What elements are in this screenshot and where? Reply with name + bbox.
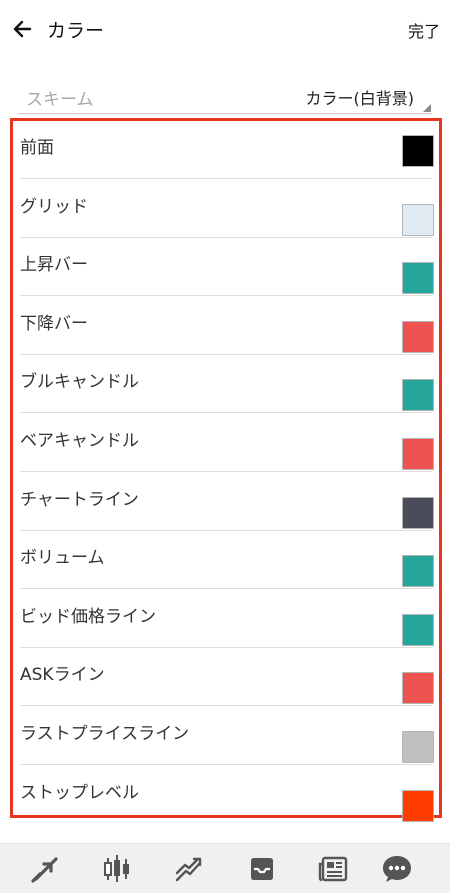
color-setting-label: ラストプライスライン [20, 724, 190, 744]
candlestick-icon[interactable] [100, 852, 134, 886]
back-arrow-icon[interactable] [10, 14, 40, 44]
color-setting-row[interactable]: ラストプライスライン [20, 707, 434, 765]
done-button[interactable]: 完了 [408, 18, 440, 42]
inbox-icon[interactable] [245, 852, 279, 886]
color-swatch[interactable] [402, 262, 434, 295]
color-setting-label: ビッド価格ライン [20, 606, 156, 627]
color-setting-label: ボリューム [20, 548, 105, 569]
color-setting-label: 下降バー [20, 313, 88, 334]
scheme-select[interactable]: スキーム カラー(白背景) [18, 78, 432, 114]
color-swatch[interactable] [402, 672, 434, 705]
color-swatch[interactable] [402, 613, 434, 646]
color-setting-row[interactable]: ボリューム [20, 531, 434, 590]
trade-arrows-icon[interactable] [28, 852, 62, 886]
color-swatch[interactable] [402, 203, 434, 236]
color-swatch[interactable] [402, 320, 434, 353]
color-setting-label: 前面 [20, 138, 54, 158]
color-swatch[interactable] [402, 789, 434, 822]
color-swatch[interactable] [402, 731, 434, 763]
color-setting-label: グリッド [20, 196, 88, 217]
color-swatch[interactable] [402, 379, 434, 412]
color-swatch[interactable] [402, 555, 434, 588]
color-swatch[interactable] [402, 135, 434, 167]
color-setting-label: チャートライン [20, 489, 139, 510]
scheme-label: スキーム [26, 90, 94, 110]
page-title: カラー [47, 20, 105, 42]
color-setting-label: ベアキャンドル [20, 431, 139, 451]
color-swatch[interactable] [402, 496, 434, 529]
trend-chart-icon[interactable] [172, 852, 206, 886]
scheme-value: カラー(白背景) [305, 89, 415, 108]
color-setting-row[interactable]: ASKライン [20, 648, 434, 707]
color-swatch[interactable] [402, 438, 434, 470]
color-setting-row[interactable]: チャートライン [20, 473, 434, 531]
color-list: 前面グリッド上昇バー下降バーブルキャンドル ベアキャンドル チャートライン ボリューム… [10, 118, 442, 822]
color-setting-label: 上昇バー [20, 255, 88, 276]
header: カラー 完了 [0, 0, 450, 60]
bottom-nav [0, 843, 450, 893]
dropdown-corner-icon [423, 104, 431, 112]
color-setting-row[interactable]: 前面 [20, 121, 434, 179]
color-setting-row[interactable]: ベアキャンドル [20, 414, 434, 472]
color-setting-row[interactable]: 下降バー [20, 297, 434, 355]
color-setting-label: ストップレベル [20, 782, 139, 803]
color-setting-row[interactable]: グリッド [20, 180, 434, 238]
color-setting-row[interactable]: ビッド価格ライン [20, 590, 434, 648]
color-setting-label: ブルキャンドル [20, 372, 139, 393]
color-setting-row[interactable]: 上昇バー [20, 238, 434, 297]
news-icon[interactable] [317, 852, 351, 886]
color-setting-row[interactable]: ブルキャンドル [20, 355, 434, 414]
color-setting-row[interactable]: ストップレベル [20, 766, 434, 824]
color-setting-label: ASKライン [20, 665, 105, 686]
chat-icon[interactable] [380, 852, 414, 886]
